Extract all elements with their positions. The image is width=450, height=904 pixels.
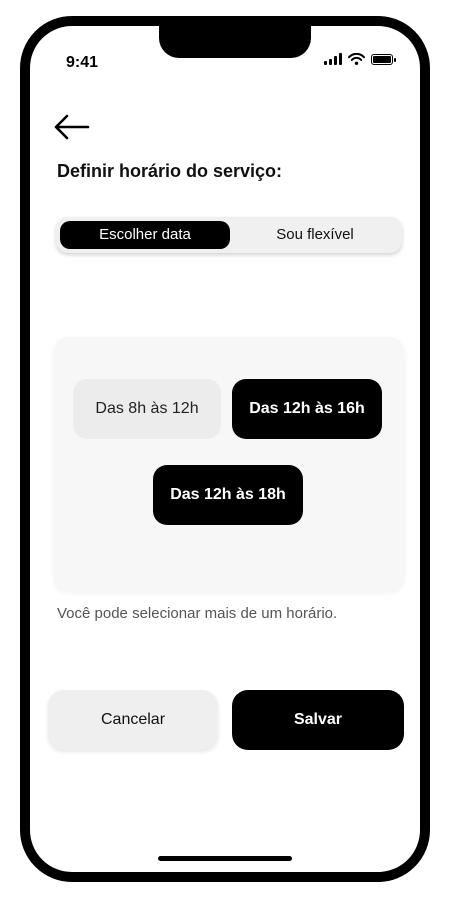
- date-mode-toggle: Escolher data Sou flexível: [56, 217, 402, 253]
- arrow-left-icon[interactable]: [54, 114, 90, 140]
- phone-frame: 9:41 Definir horário do serviço: Escolhe…: [20, 16, 430, 882]
- save-button[interactable]: Salvar: [232, 690, 404, 750]
- page-title: Definir horário do serviço:: [57, 161, 283, 181]
- battery-icon: [371, 53, 396, 65]
- time-slots-card: Das 8h às 12h Das 12h às 16h Das 12h às …: [54, 337, 404, 591]
- signal-icon: [324, 53, 342, 65]
- cancel-button[interactable]: Cancelar: [48, 690, 218, 750]
- time-slot-12-16[interactable]: Das 12h às 16h: [232, 379, 382, 439]
- wifi-icon: [348, 53, 365, 65]
- tab-choose-date[interactable]: Escolher data: [60, 221, 230, 249]
- time-slot-12-18[interactable]: Das 12h às 18h: [153, 465, 303, 525]
- tab-flexible[interactable]: Sou flexível: [232, 221, 398, 249]
- time-slot-8-12[interactable]: Das 8h às 12h: [73, 379, 221, 439]
- status-icons: [324, 53, 396, 65]
- notch: [159, 26, 311, 58]
- status-time: 9:41: [66, 54, 99, 71]
- helper-text: Você pode selecionar mais de um horário.: [57, 605, 338, 622]
- home-indicator: [158, 856, 292, 861]
